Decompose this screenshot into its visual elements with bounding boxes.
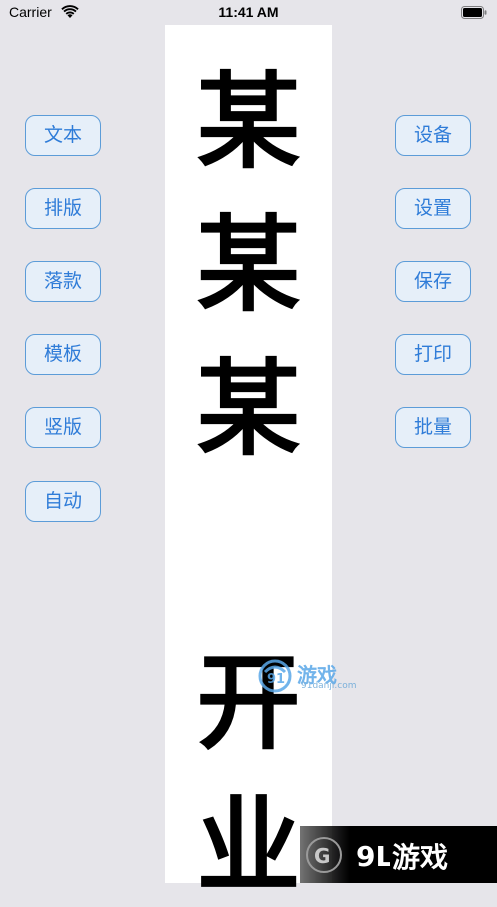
- print-button[interactable]: 打印: [395, 334, 471, 375]
- signature-button[interactable]: 落款: [25, 261, 101, 302]
- canvas-character: 某: [196, 347, 301, 470]
- auto-button[interactable]: 自动: [25, 481, 101, 522]
- calligraphy-canvas[interactable]: 某 某 某 开 业: [165, 25, 332, 901]
- save-button[interactable]: 保存: [395, 261, 471, 302]
- settings-button[interactable]: 设置: [395, 188, 471, 229]
- device-button[interactable]: 设备: [395, 115, 471, 156]
- watermark-logo-icon: 91: [258, 659, 292, 693]
- layout-button[interactable]: 排版: [25, 188, 101, 229]
- watermark-logo: 91 游戏 91danji.com: [255, 658, 356, 694]
- svg-text:G: G: [314, 844, 330, 868]
- vertical-layout-button[interactable]: 竖版: [25, 407, 101, 448]
- watermark-badge-icon: G 9L: [306, 837, 390, 873]
- batch-button[interactable]: 批量: [395, 407, 471, 448]
- battery-icon: [461, 6, 487, 19]
- canvas-character: 某: [196, 60, 301, 183]
- text-button[interactable]: 文本: [25, 115, 101, 156]
- svg-text:91: 91: [267, 672, 285, 687]
- watermark-badge-mark: 9L: [356, 840, 390, 873]
- watermark-domain: 91danji.com: [301, 681, 357, 691]
- status-time: 11:41 AM: [218, 4, 279, 20]
- canvas-character: 某: [196, 203, 301, 326]
- status-bar: Carrier 11:41 AM: [0, 0, 497, 26]
- watermark-banner-text: 游戏: [392, 841, 449, 874]
- template-button[interactable]: 模板: [25, 334, 101, 375]
- watermark-banner: G 9L 游戏: [300, 826, 497, 883]
